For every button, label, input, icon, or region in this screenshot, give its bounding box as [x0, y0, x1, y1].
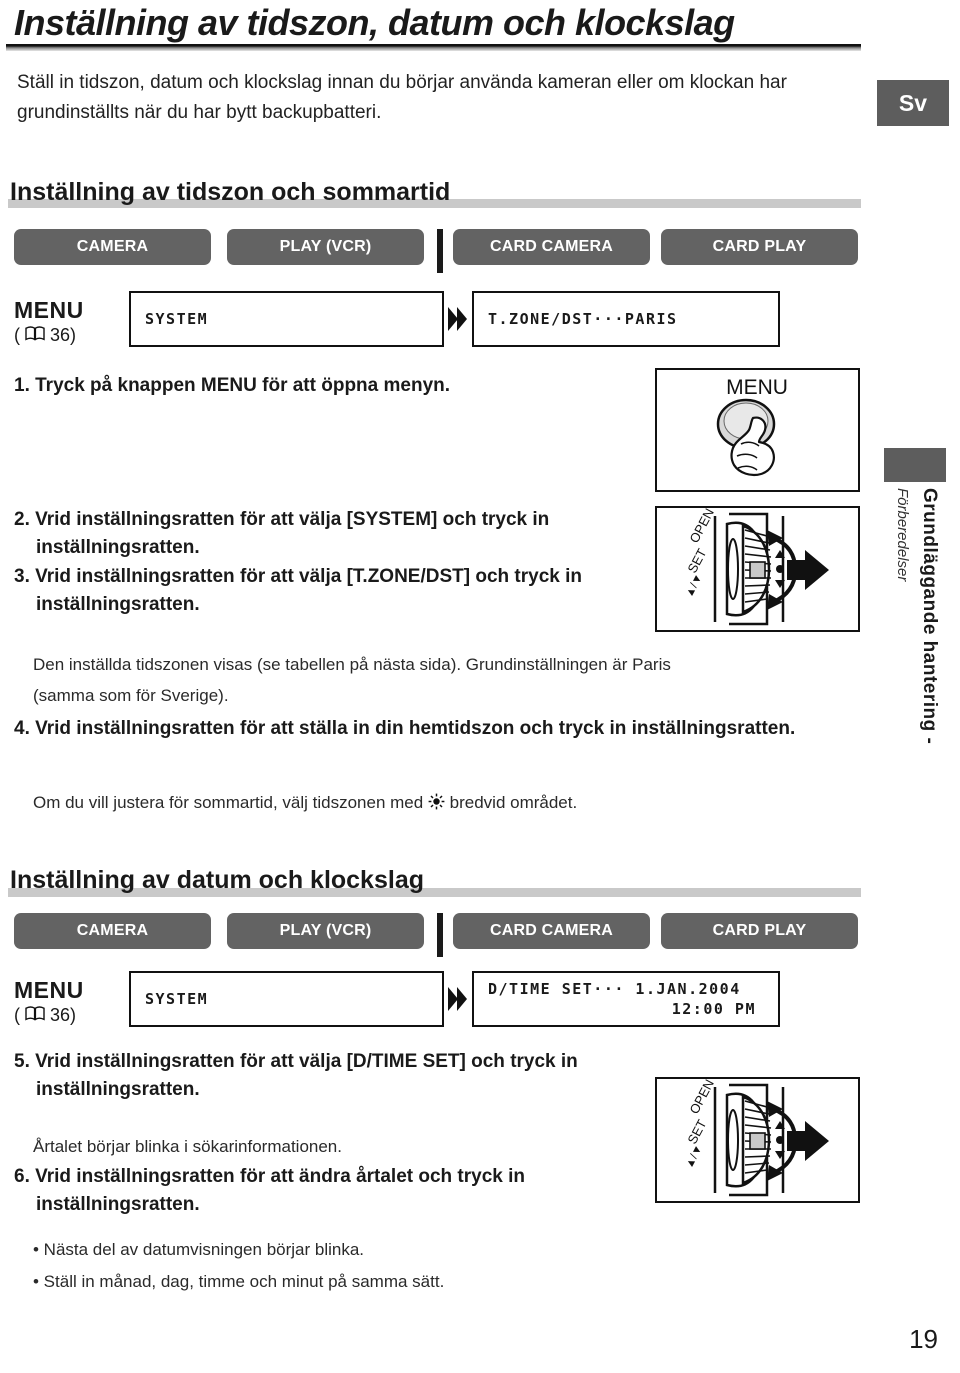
menu-ref-page-number-1: 36)	[50, 325, 77, 345]
lcd-menu-left-text-2: SYSTEM	[145, 990, 209, 1008]
step-1-text: 1. Tryck på knappen MENU för att öppna m…	[14, 375, 451, 396]
chevron-right-icon-1	[447, 302, 469, 336]
lcd-menu-left-1: SYSTEM	[129, 291, 444, 347]
mode-tab-camera[interactable]: CAMERA	[14, 229, 211, 265]
page-number: 19	[909, 1324, 938, 1354]
book-icon	[25, 325, 45, 346]
svg-text:▲/▼: ▲/▼	[683, 572, 705, 600]
mode-tab-card-play[interactable]: CARD PLAY	[661, 229, 858, 265]
lcd-menu-right-1: T.ZONE/DST···PARIS	[472, 291, 780, 347]
page-title: Inställning av tidszon, datum och klocks…	[14, 2, 735, 43]
menu-ref-paren-open-1: (	[14, 325, 20, 345]
bullet-item-1: • Nästa del av datumvisningen börjar bli…	[33, 1240, 365, 1259]
side-tab-italic-text: Förberedelser	[894, 488, 911, 582]
menu-ref-label-2: MENU	[14, 977, 84, 1003]
step-6-text: 6. Vrid inställningsratten för att ändra…	[14, 1166, 526, 1215]
mode-tab-play-vcr[interactable]: PLAY (VCR)	[227, 229, 424, 265]
chevron-right-icon-2	[447, 982, 469, 1016]
illustration-dial-2: OPEN SET ▲/▼	[655, 1077, 860, 1203]
side-tab-bold-text: Grundläggande hantering -	[919, 488, 940, 745]
sun-dst-icon	[428, 791, 445, 819]
step-3-text: 3. Vrid inställningsratten för att välja…	[14, 566, 582, 615]
mode-tab-separator	[437, 229, 443, 273]
menu-ref-page-1: ( 36)	[14, 325, 76, 346]
lcd-menu-right-2: D/TIME SET··· 1.JAN.2004 12:00 PM	[472, 971, 780, 1027]
note-after-step-5: Årtalet börjar blinka i sökarinformation…	[33, 1137, 342, 1156]
title-divider	[6, 44, 861, 51]
svg-text:SET: SET	[684, 1117, 709, 1146]
section1-heading: Inställning av tidszon och sommartid	[10, 178, 451, 206]
bullet-item-2: • Ställ in månad, dag, timme och minut p…	[33, 1272, 445, 1291]
mode-tab-card-play-2[interactable]: CARD PLAY	[661, 913, 858, 949]
note-after-step-3-line2: (samma som för Sverige).	[33, 686, 229, 705]
side-tab-block	[884, 448, 946, 482]
mode-tab-card-camera-2[interactable]: CARD CAMERA	[453, 913, 650, 949]
step-5-text: 5. Vrid inställningsratten för att välja…	[14, 1051, 578, 1100]
mode-tab-camera-2[interactable]: CAMERA	[14, 913, 211, 949]
mode-tab-card-camera[interactable]: CARD CAMERA	[453, 229, 650, 265]
note-after-step-3-line1: Den inställda tidszonen visas (se tabell…	[33, 655, 671, 674]
svg-text:SET: SET	[684, 546, 709, 575]
svg-text:MENU: MENU	[726, 376, 788, 399]
lcd-menu-right-text-2-line2: 12:00 PM	[671, 1000, 756, 1018]
illustration-menu-button: MENU	[655, 368, 860, 492]
mode-tab-separator-2	[437, 913, 443, 957]
step-2-text: 2. Vrid inställningsratten för att välja…	[14, 509, 550, 558]
menu-ref-page-number-2: 36)	[50, 1005, 77, 1025]
language-badge: Sv	[877, 80, 949, 126]
note-after-step-4-part-a: Om du vill justera för sommartid, välj t…	[33, 793, 428, 812]
lcd-menu-left-text-1: SYSTEM	[145, 310, 209, 328]
mode-tab-play-vcr-2[interactable]: PLAY (VCR)	[227, 913, 424, 949]
menu-ref-paren-open-2: (	[14, 1005, 20, 1025]
lcd-menu-left-2: SYSTEM	[129, 971, 444, 1027]
lcd-menu-right-text-1: T.ZONE/DST···PARIS	[488, 310, 678, 328]
section2-heading: Inställning av datum och klockslag	[10, 866, 424, 894]
manual-page: Inställning av tidszon, datum och klocks…	[0, 0, 960, 1373]
intro-paragraph: Ställ in tidszon, datum och klockslag in…	[17, 72, 787, 123]
book-icon-2	[25, 1005, 45, 1026]
lcd-menu-right-text-2-line1: D/TIME SET··· 1.JAN.2004	[488, 980, 741, 998]
step-4-text: 4. Vrid inställningsratten för att ställ…	[14, 718, 796, 739]
svg-text:OPEN: OPEN	[686, 1079, 717, 1116]
menu-ref-label-1: MENU	[14, 297, 84, 323]
note-after-step-4-part-b: bredvid området.	[444, 793, 578, 812]
menu-ref-page-2: ( 36)	[14, 1005, 76, 1026]
illustration-dial-1: OPEN SET ▲/▼	[655, 506, 860, 632]
note-after-step-4: Om du vill justera för sommartid, välj t…	[33, 789, 863, 819]
svg-text:OPEN: OPEN	[686, 508, 717, 545]
side-tab-text: Grundläggande hantering - Förberedelser	[884, 488, 946, 778]
svg-text:▲/▼: ▲/▼	[683, 1143, 705, 1171]
